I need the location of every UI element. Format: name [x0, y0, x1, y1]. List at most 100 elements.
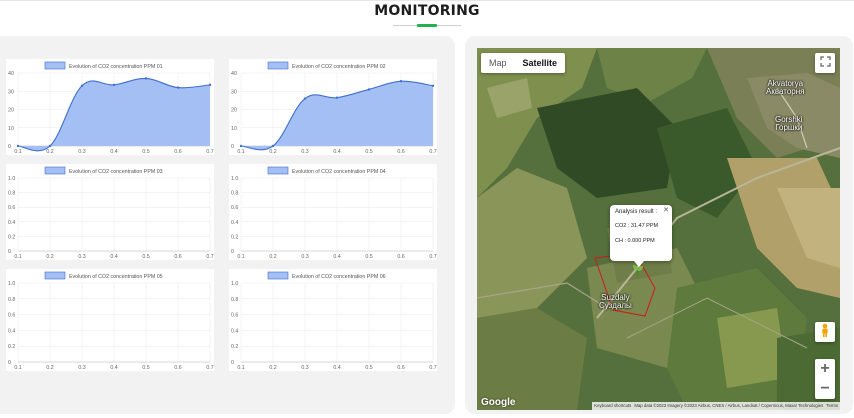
x-tick-label: 0.1 [14, 149, 21, 155]
y-tick-label: 0.4 [8, 328, 15, 334]
y-tick-label: 10 [231, 126, 237, 132]
map-type-control: Map Satellite [481, 53, 566, 73]
x-tick-label: 0.3 [78, 365, 85, 371]
data-point [80, 84, 84, 87]
x-tick-label: 0.4 [333, 254, 340, 260]
x-tick-label: 0.5 [142, 365, 149, 371]
y-tick-label: 0.6 [231, 313, 238, 319]
data-point [367, 88, 371, 91]
legend-swatch [267, 271, 289, 280]
x-tick-label: 0.3 [78, 149, 85, 155]
x-tick-label: 0.1 [237, 365, 244, 371]
street-view-button[interactable] [815, 322, 835, 342]
y-tick-label: 0.4 [8, 220, 15, 226]
x-tick-label: 0.4 [110, 149, 117, 155]
x-tick-label: 0.5 [142, 149, 149, 155]
x-tick-label: 0.4 [333, 149, 340, 155]
keyboard-shortcuts-link[interactable]: Keyboard shortcuts [594, 402, 631, 410]
x-tick-label: 0.6 [397, 254, 404, 260]
y-tick-label: 0.8 [8, 297, 15, 303]
legend-swatch [44, 271, 66, 280]
map-data-credit: Map data ©2023 Imagery ©2023 Airbus, CNE… [634, 403, 824, 408]
place-label-suzdaly: Suzdaly Суздалы [599, 293, 632, 310]
y-tick-label: 10 [8, 126, 14, 132]
legend-label: Evolution of CO2 concentration PPM 02 [292, 64, 386, 70]
y-tick-label: 0.2 [8, 234, 15, 240]
co2-chart-01: Evolution of CO2 concentration PPM 01 0.1… [8, 61, 214, 155]
y-tick-label: 0.8 [231, 191, 238, 197]
x-tick-label: 0.5 [365, 254, 372, 260]
satellite-map[interactable]: Map Satellite Akvatorya Акваторня Gorshki… [477, 48, 840, 410]
y-tick-label: 0 [231, 360, 234, 366]
x-tick-label: 0.1 [14, 365, 21, 371]
y-tick-label: 1.0 [8, 281, 15, 287]
fullscreen-icon [819, 54, 831, 72]
chart-card-02: Evolution of CO2 concentration PPM 02 0.1… [229, 59, 437, 155]
plant-marker-icon[interactable] [631, 263, 645, 277]
y-tick-label: 0.6 [8, 313, 15, 319]
y-tick-label: 0.8 [231, 297, 238, 303]
x-tick-label: 0.4 [110, 254, 117, 260]
data-point [144, 77, 148, 80]
y-tick-label: 1.0 [8, 176, 15, 182]
legend-label: Evolution of CO2 concentration PPM 06 [292, 274, 386, 280]
y-tick-label: 0.6 [231, 205, 238, 211]
map-type-satellite-button[interactable]: Satellite [515, 53, 566, 73]
data-point [399, 80, 403, 83]
x-tick-label: 0.2 [46, 254, 53, 260]
x-tick-label: 0.7 [429, 365, 436, 371]
x-tick-label: 0.3 [301, 365, 308, 371]
zoom-out-button[interactable]: − [815, 379, 835, 399]
fullscreen-button[interactable] [815, 53, 835, 73]
x-tick-label: 0.5 [365, 149, 372, 155]
analysis-info-window: ✕ Analysis result : CO2 : 31.47 PPM CH :… [610, 205, 672, 261]
y-tick-label: 0.6 [8, 205, 15, 211]
y-tick-label: 0.4 [231, 220, 238, 226]
x-tick-label: 0.6 [174, 149, 181, 155]
x-tick-label: 0.2 [269, 254, 276, 260]
zoom-in-button[interactable]: + [815, 359, 835, 379]
data-point [271, 144, 275, 148]
y-tick-label: 0 [231, 144, 234, 150]
place-label-gorshki: Gorshki Горшки [775, 115, 803, 132]
data-point [335, 96, 339, 99]
title-underline [393, 24, 461, 27]
data-point [16, 144, 20, 148]
analysis-title: Analysis result : [615, 209, 658, 215]
chart-card-05: Evolution of CO2 concentration PPM 05 0.1… [6, 269, 214, 371]
y-tick-label: 0 [8, 144, 11, 150]
pegman-icon [820, 323, 830, 342]
place-label-akvatorya: Akvatorya Акваторня [766, 79, 805, 96]
x-tick-label: 0.7 [206, 149, 213, 155]
data-point [176, 86, 180, 89]
y-tick-label: 0 [8, 360, 11, 366]
map-type-map-button[interactable]: Map [481, 53, 515, 73]
close-icon[interactable]: ✕ [663, 206, 669, 214]
x-tick-label: 0.5 [142, 254, 149, 260]
data-point [48, 144, 52, 148]
y-tick-label: 40 [8, 71, 14, 77]
legend-label: Evolution of CO2 concentration PPM 03 [69, 169, 163, 175]
co2-chart-04: Evolution of CO2 concentration PPM 04 0.1… [231, 166, 437, 260]
terms-link[interactable]: Terms [826, 402, 838, 410]
x-tick-label: 0.2 [269, 365, 276, 371]
x-tick-label: 0.6 [174, 365, 181, 371]
x-tick-label: 0.5 [365, 365, 372, 371]
co2-result: CO2 : 31.47 PPM [615, 223, 659, 229]
data-point [303, 97, 307, 100]
legend-swatch [267, 61, 289, 70]
series-area [18, 78, 210, 151]
x-tick-label: 0.3 [301, 149, 308, 155]
data-point [208, 83, 212, 87]
legend-label: Evolution of CO2 concentration PPM 05 [69, 274, 163, 280]
y-tick-label: 0.2 [8, 344, 15, 350]
legend-swatch [267, 166, 289, 175]
x-tick-label: 0.1 [237, 149, 244, 155]
y-tick-label: 1.0 [231, 281, 238, 287]
x-tick-label: 0.2 [46, 365, 53, 371]
x-tick-label: 0.3 [301, 254, 308, 260]
x-tick-label: 0.1 [14, 254, 21, 260]
ch-result: CH : 0.000 PPM [615, 238, 655, 244]
co2-chart-06: Evolution of CO2 concentration PPM 06 0.1… [231, 271, 437, 371]
google-logo: Google [481, 397, 516, 408]
